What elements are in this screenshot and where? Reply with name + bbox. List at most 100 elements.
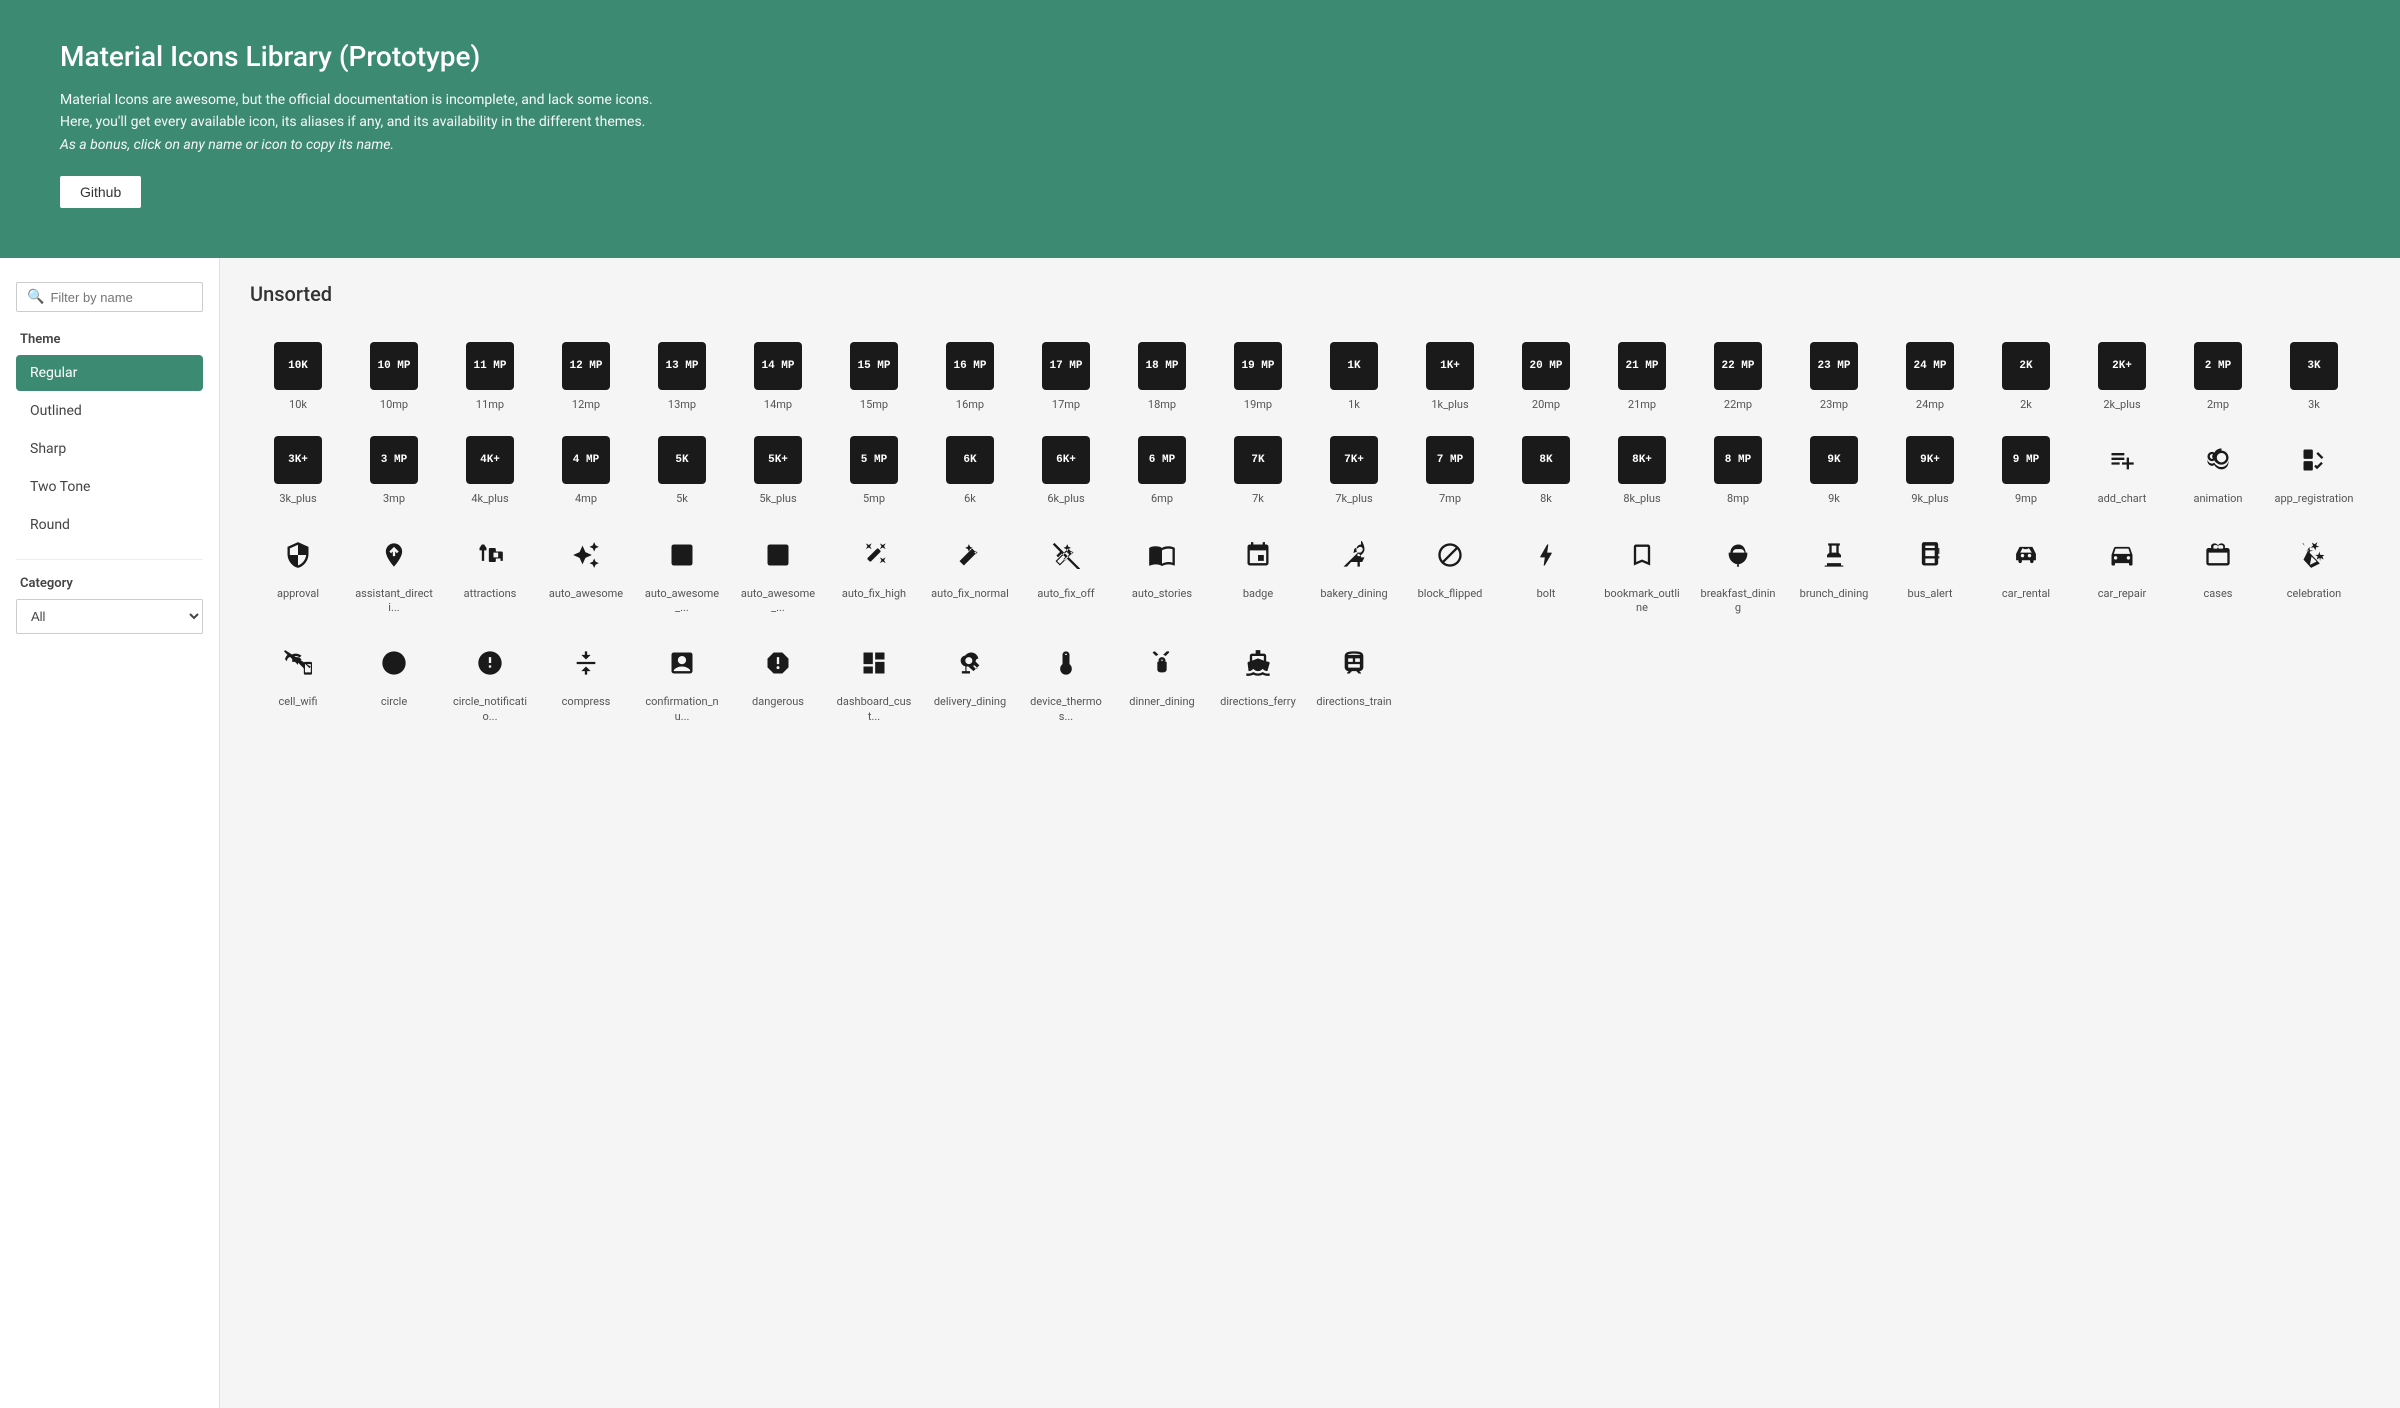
icon-item[interactable]: cases bbox=[2170, 519, 2266, 628]
icon-item[interactable]: auto_fix_off bbox=[1018, 519, 1114, 628]
sidebar-item-two-tone[interactable]: Two Tone bbox=[16, 469, 203, 505]
icon-item[interactable]: 6 MP6mp bbox=[1114, 424, 1210, 518]
search-container[interactable]: 🔍 bbox=[16, 282, 203, 312]
icon-item[interactable]: 17 MP17mp bbox=[1018, 330, 1114, 424]
icon-name: 5k bbox=[676, 492, 688, 506]
sidebar-item-round[interactable]: Round bbox=[16, 507, 203, 543]
icon-item[interactable]: cell_wifi bbox=[250, 627, 346, 736]
icon-item[interactable]: 14 MP14mp bbox=[730, 330, 826, 424]
icon-item[interactable]: 3K3k bbox=[2266, 330, 2362, 424]
icon-item[interactable]: celebration bbox=[2266, 519, 2362, 628]
icon-item[interactable]: 13 MP13mp bbox=[634, 330, 730, 424]
icon-item[interactable]: 16 MP16mp bbox=[922, 330, 1018, 424]
icon-item[interactable]: 1K+1k_plus bbox=[1402, 330, 1498, 424]
icon-item[interactable]: 22 MP22mp bbox=[1690, 330, 1786, 424]
icon-item[interactable]: dangerous bbox=[730, 627, 826, 736]
icon-item[interactable]: device_thermos... bbox=[1018, 627, 1114, 736]
icon-item[interactable]: 7K7k bbox=[1210, 424, 1306, 518]
icon-item[interactable]: breakfast_dining bbox=[1690, 519, 1786, 628]
icon-item[interactable]: dashboard_cust... bbox=[826, 627, 922, 736]
icon-name: auto_stories bbox=[1132, 587, 1192, 601]
icon-item[interactable]: compress bbox=[538, 627, 634, 736]
icon-item[interactable]: circle bbox=[346, 627, 442, 736]
sidebar-item-regular[interactable]: Regular bbox=[16, 355, 203, 391]
icon-item[interactable]: badge bbox=[1210, 519, 1306, 628]
icon-item[interactable]: 9K+9k_plus bbox=[1882, 424, 1978, 518]
icon-item[interactable]: 4 MP4mp bbox=[538, 424, 634, 518]
icon-item[interactable]: auto_awesome_... bbox=[634, 519, 730, 628]
icon-item[interactable]: 8K+8k_plus bbox=[1594, 424, 1690, 518]
icon-item[interactable]: 9 MP9mp bbox=[1978, 424, 2074, 518]
icon-item[interactable]: 24 MP24mp bbox=[1882, 330, 1978, 424]
icon-item[interactable]: add_chart bbox=[2074, 424, 2170, 518]
icon-item[interactable]: bus_alert bbox=[1882, 519, 1978, 628]
icon-name: badge bbox=[1243, 587, 1273, 601]
icon-item[interactable]: 10K10k bbox=[250, 330, 346, 424]
icon-item[interactable]: block_flipped bbox=[1402, 519, 1498, 628]
icon-name: 5mp bbox=[863, 492, 885, 506]
icon-item[interactable]: 2 MP2mp bbox=[2170, 330, 2266, 424]
icon-item[interactable]: 2K+2k_plus bbox=[2074, 330, 2170, 424]
icon-item[interactable]: 18 MP18mp bbox=[1114, 330, 1210, 424]
icon-item[interactable]: 2K2k bbox=[1978, 330, 2074, 424]
icon-item[interactable]: 8K8k bbox=[1498, 424, 1594, 518]
icon-item[interactable]: 6K6k bbox=[922, 424, 1018, 518]
icon-item[interactable]: 10 MP10mp bbox=[346, 330, 442, 424]
icon-item[interactable]: approval bbox=[250, 519, 346, 628]
icon-item[interactable]: attractions bbox=[442, 519, 538, 628]
icon-item[interactable]: bakery_dining bbox=[1306, 519, 1402, 628]
icon-item[interactable]: 23 MP23mp bbox=[1786, 330, 1882, 424]
icon-item[interactable]: 3K+3k_plus bbox=[250, 424, 346, 518]
icon-name: app_registration bbox=[2274, 492, 2353, 506]
icon-name: directions_train bbox=[1316, 695, 1391, 709]
icon-item[interactable]: brunch_dining bbox=[1786, 519, 1882, 628]
icon-name: dangerous bbox=[752, 695, 804, 709]
icon-item[interactable]: bolt bbox=[1498, 519, 1594, 628]
icon-item[interactable]: car_rental bbox=[1978, 519, 2074, 628]
icon-item[interactable]: 7 MP7mp bbox=[1402, 424, 1498, 518]
icon-item[interactable]: confirmation_nu... bbox=[634, 627, 730, 736]
icon-item[interactable]: 20 MP20mp bbox=[1498, 330, 1594, 424]
icon-name: 5k_plus bbox=[759, 492, 796, 506]
icon-name: 6mp bbox=[1151, 492, 1173, 506]
icon-item[interactable]: auto_fix_high bbox=[826, 519, 922, 628]
icon-item[interactable]: directions_ferry bbox=[1210, 627, 1306, 736]
icon-name: auto_fix_high bbox=[842, 587, 906, 601]
sidebar-item-sharp[interactable]: Sharp bbox=[16, 431, 203, 467]
icon-item[interactable]: 21 MP21mp bbox=[1594, 330, 1690, 424]
search-input[interactable] bbox=[50, 290, 192, 305]
icon-item[interactable]: dinner_dining bbox=[1114, 627, 1210, 736]
icon-item[interactable]: directions_train bbox=[1306, 627, 1402, 736]
icon-item[interactable]: circle_notificatio... bbox=[442, 627, 538, 736]
icon-item[interactable]: delivery_dining bbox=[922, 627, 1018, 736]
icon-item[interactable]: 5 MP5mp bbox=[826, 424, 922, 518]
icon-item[interactable]: 11 MP11mp bbox=[442, 330, 538, 424]
icon-item[interactable]: auto_awesome_... bbox=[730, 519, 826, 628]
icon-item[interactable]: 9K9k bbox=[1786, 424, 1882, 518]
icon-item[interactable]: app_registration bbox=[2266, 424, 2362, 518]
icon-item[interactable]: 5K5k bbox=[634, 424, 730, 518]
category-select[interactable]: All bbox=[16, 599, 203, 634]
icon-item[interactable]: auto_stories bbox=[1114, 519, 1210, 628]
sidebar-item-outlined[interactable]: Outlined bbox=[16, 393, 203, 429]
icon-item[interactable]: car_repair bbox=[2074, 519, 2170, 628]
icon-item[interactable]: auto_fix_normal bbox=[922, 519, 1018, 628]
icon-item[interactable]: 7K+7k_plus bbox=[1306, 424, 1402, 518]
icon-item[interactable]: 8 MP8mp bbox=[1690, 424, 1786, 518]
icon-item[interactable]: 19 MP19mp bbox=[1210, 330, 1306, 424]
icon-item[interactable]: 15 MP15mp bbox=[826, 330, 922, 424]
icon-item[interactable]: 12 MP12mp bbox=[538, 330, 634, 424]
icon-item[interactable]: assistant_directi... bbox=[346, 519, 442, 628]
icon-item[interactable]: 1K1k bbox=[1306, 330, 1402, 424]
icon-name: auto_awesome_... bbox=[642, 587, 722, 616]
icon-item[interactable]: 5K+5k_plus bbox=[730, 424, 826, 518]
icon-item[interactable]: animation bbox=[2170, 424, 2266, 518]
icon-item[interactable]: 4K+4k_plus bbox=[442, 424, 538, 518]
github-button[interactable]: Github bbox=[60, 176, 141, 208]
icon-name: confirmation_nu... bbox=[642, 695, 722, 724]
icon-item[interactable]: bookmark_outline bbox=[1594, 519, 1690, 628]
icon-item[interactable]: 6K+6k_plus bbox=[1018, 424, 1114, 518]
icon-item[interactable]: auto_awesome bbox=[538, 519, 634, 628]
icon-item[interactable]: 3 MP3mp bbox=[346, 424, 442, 518]
icon-name: 2mp bbox=[2207, 398, 2229, 412]
